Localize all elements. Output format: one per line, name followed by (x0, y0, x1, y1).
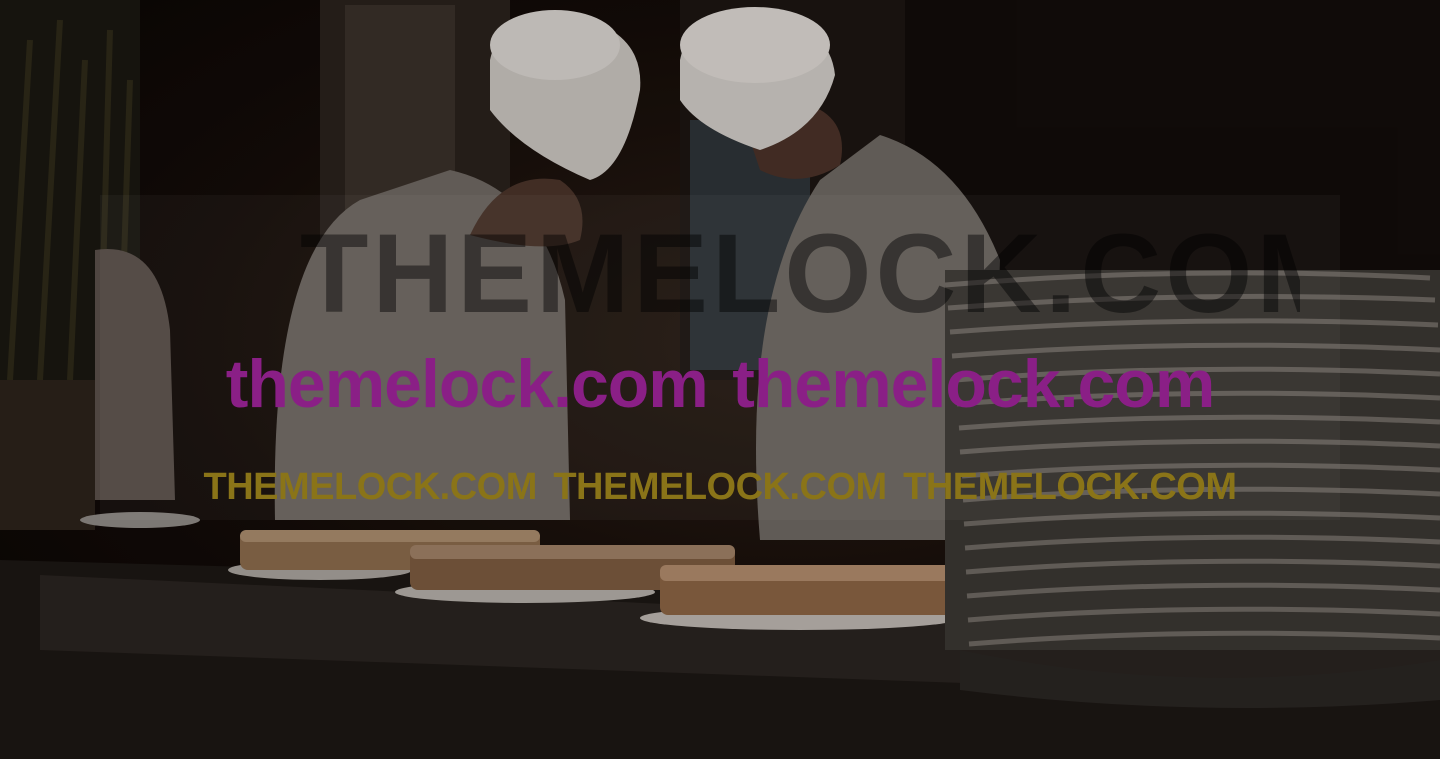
watermark-text: THEMELOCK.COM (903, 466, 1237, 508)
watermark-text: THEMELOCK.COM (203, 466, 537, 508)
watermark-text: themelock.com (225, 346, 709, 422)
background-photo: THEMELOCK.COM themelock.com themelock.co… (0, 0, 1440, 759)
watermark-text: THEMELOCK.COM (553, 466, 887, 508)
watermark-row-uppercase: THEMELOCK.COM THEMELOCK.COM THEMELOCK.CO… (0, 468, 1440, 506)
watermark-row-lowercase: themelock.com themelock.com (0, 350, 1440, 418)
watermark-text: themelock.com (732, 346, 1215, 422)
watermark-large: THEMELOCK.COM (300, 218, 1300, 330)
